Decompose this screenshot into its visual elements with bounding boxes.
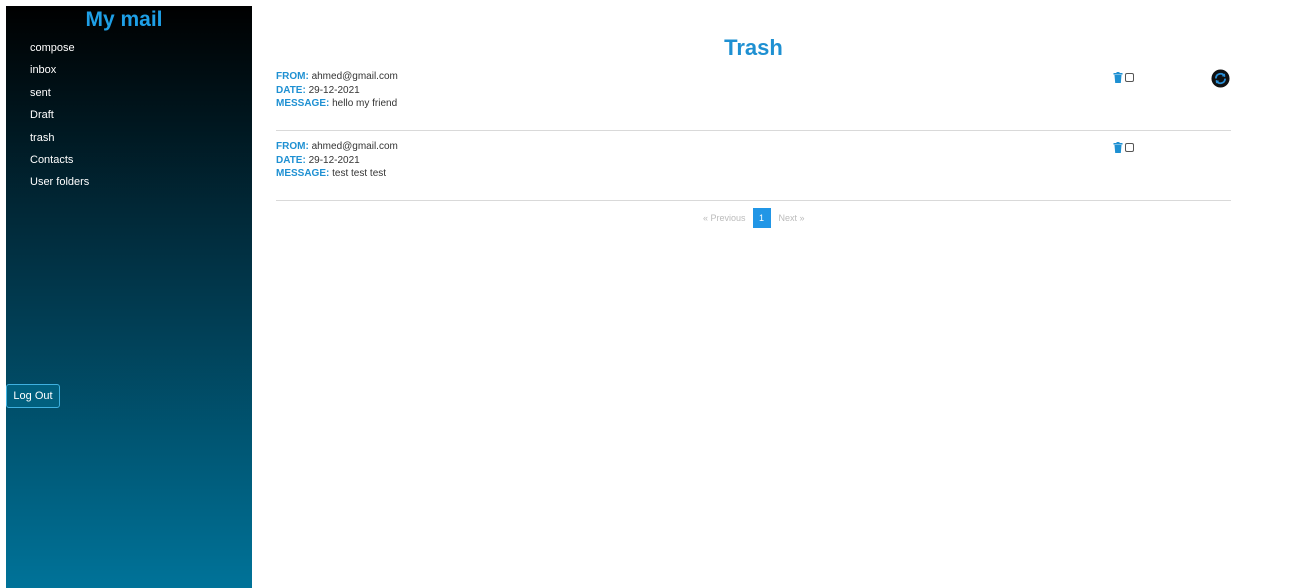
message-from: FROM: ahmed@gmail.com bbox=[276, 70, 1231, 84]
pagination-previous[interactable]: « Previous bbox=[703, 213, 746, 223]
message-row: FROM: ahmed@gmail.com DATE: 29-12-2021 M… bbox=[276, 140, 1231, 201]
logout-button[interactable]: Log Out bbox=[6, 384, 60, 408]
sidebar-item-sent[interactable]: sent bbox=[30, 85, 89, 107]
brand-title: My mail bbox=[85, 8, 163, 31]
from-label: FROM: bbox=[276, 141, 309, 152]
from-value: ahmed@gmail.com bbox=[311, 71, 398, 82]
sidebar-item-contacts[interactable]: Contacts bbox=[30, 152, 89, 174]
message-row: FROM: ahmed@gmail.com DATE: 29-12-2021 M… bbox=[276, 70, 1231, 131]
date-label: DATE: bbox=[276, 154, 306, 166]
date-value: 29-12-2021 bbox=[308, 154, 360, 166]
page-title: Trash bbox=[724, 35, 783, 60]
date-value: 29-12-2021 bbox=[308, 84, 360, 96]
date-label: DATE: bbox=[276, 84, 306, 96]
sidebar-item-trash[interactable]: trash bbox=[30, 130, 89, 152]
sidebar-nav: compose inbox sent Draft trash Contacts … bbox=[30, 40, 89, 197]
pagination: « Previous 1 Next » bbox=[703, 208, 805, 228]
message-value: hello my friend bbox=[332, 98, 398, 109]
select-checkbox[interactable] bbox=[1125, 73, 1134, 82]
pagination-page-1[interactable]: 1 bbox=[752, 208, 771, 228]
sidebar-item-user-folders[interactable]: User folders bbox=[30, 174, 89, 196]
trash-icon[interactable] bbox=[1113, 142, 1123, 153]
from-label: FROM: bbox=[276, 71, 309, 82]
select-checkbox[interactable] bbox=[1125, 143, 1134, 152]
message-value: test test test bbox=[332, 168, 387, 179]
mail-app: My mail compose inbox sent Draft trash C… bbox=[0, 0, 1313, 588]
message-actions bbox=[1113, 72, 1134, 83]
from-value: ahmed@gmail.com bbox=[311, 141, 398, 152]
message-date: DATE: 29-12-2021 bbox=[276, 154, 1231, 168]
sidebar-item-compose[interactable]: compose bbox=[30, 40, 89, 62]
message-actions bbox=[1113, 142, 1134, 153]
sidebar: My mail compose inbox sent Draft trash C… bbox=[6, 6, 252, 588]
message-body: MESSAGE: test test test bbox=[276, 167, 1231, 181]
trash-icon[interactable] bbox=[1113, 72, 1123, 83]
sidebar-item-inbox[interactable]: inbox bbox=[30, 62, 89, 84]
message-label: MESSAGE: bbox=[276, 98, 330, 109]
message-body: MESSAGE: hello my friend bbox=[276, 97, 1231, 111]
message-label: MESSAGE: bbox=[276, 168, 330, 179]
message-from: FROM: ahmed@gmail.com bbox=[276, 140, 1231, 154]
pagination-next[interactable]: Next » bbox=[779, 213, 805, 223]
refresh-icon[interactable] bbox=[1211, 69, 1230, 88]
sidebar-item-draft[interactable]: Draft bbox=[30, 107, 89, 129]
message-date: DATE: 29-12-2021 bbox=[276, 84, 1231, 98]
